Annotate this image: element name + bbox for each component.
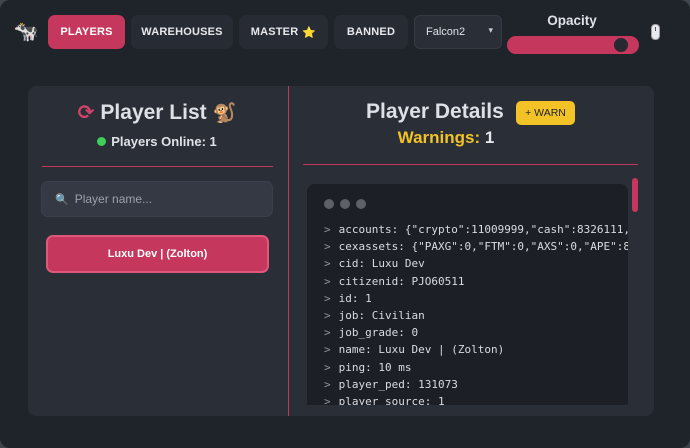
opacity-slider-knob[interactable] [613,38,628,52]
data-line: > player_ped: 131073 [324,376,628,393]
online-dot-icon [97,137,107,146]
data-line-text: accounts: {"crypto":11009999,"cash":8326… [338,223,628,236]
tab-players[interactable]: PLAYERS [48,15,125,49]
player-details-title: Player Details [366,100,504,123]
data-line: > ping: 10 ms [324,359,628,376]
player-list-item[interactable]: Luxu Dev | (Zolton) [46,235,269,273]
player-search-box[interactable]: 🔍 [41,181,273,217]
player-list-divider [42,166,273,167]
star-icon: ⭐ [302,26,317,39]
target-select-value: Falcon2 [426,26,466,38]
tab-master[interactable]: MASTER ⭐ [239,15,328,49]
pane-divider [288,86,289,416]
details-scrollbar[interactable] [632,178,638,212]
data-line-text: citizenid: PJO60511 [338,274,465,288]
data-line-text: job_grade: 0 [338,326,419,340]
chevron-right-icon: > [324,257,331,271]
admin-menu-window: 🐄 PLAYERS WAREHOUSES MASTER ⭐ BANNED Fal… [0,0,690,448]
data-line-text: name: Luxu Dev | (Zolton) [338,343,505,357]
data-line: > player_source: 1 [324,393,628,405]
data-line: > name: Luxu Dev | (Zolton) [324,341,628,358]
tab-warehouses-label: WAREHOUSES [141,26,223,38]
tab-banned-label: BANNED [346,26,396,38]
data-line-text: cexassets: {"PAXG":0,"FTM":0,"AXS":0,"AP… [338,240,628,254]
data-line-text: cid: Luxu Dev [338,257,425,271]
refresh-icon[interactable]: ⟳ [78,102,95,124]
chevron-right-icon: > [324,326,331,340]
data-line: > job: Civilian [324,307,628,324]
players-online-label: Players Online: 1 [111,134,217,149]
data-line-text: ping: 10 ms [338,360,412,374]
cow-icon: 🐄 [13,21,39,43]
player-data-lines: > accounts: {"crypto":11009999,"cash":832… [324,221,628,405]
data-line: > cexassets: {"PAXG":0,"FTM":0,"AXS":0,"A… [324,238,628,255]
monkey-icon: 🐒 [212,103,237,124]
chevron-right-icon: > [324,343,331,357]
chevron-right-icon: > [324,223,331,236]
player-search-input[interactable] [74,192,265,206]
opacity-label: Opacity [547,13,597,28]
dot-icon [340,199,350,209]
tab-banned[interactable]: BANNED [334,15,408,49]
top-nav-bar: 🐄 PLAYERS WAREHOUSES MASTER ⭐ BANNED Fal… [0,0,690,70]
chevron-right-icon: > [324,291,331,305]
mouse-icon[interactable] [651,24,660,40]
chevron-down-icon: ▾ [488,25,493,35]
data-line: > citizenid: PJO60511 [324,273,628,290]
window-dots [324,199,366,209]
data-line: > accounts: {"crypto":11009999,"cash":832… [324,221,628,238]
tab-warehouses[interactable]: WAREHOUSES [131,15,233,49]
player-list-title-text: Player List [100,101,207,124]
data-line-text: player_source: 1 [338,394,445,405]
warnings-label: Warnings: [397,128,481,147]
players-online-status: Players Online: 1 [42,134,272,149]
player-list-title: ⟳ Player List 🐒 [42,100,272,125]
data-line-text: id: 1 [338,291,372,305]
target-select[interactable]: Falcon2 ▾ [414,15,502,49]
data-line: > id: 1 [324,290,628,307]
warnings-value: 1 [484,128,495,147]
warn-button[interactable]: + WARN [516,101,575,125]
tab-players-label: PLAYERS [60,26,113,38]
tab-master-label: MASTER [250,26,299,38]
warnings-count: Warnings: 1 [366,128,526,148]
chevron-right-icon: > [324,308,331,322]
player-details-divider [303,164,638,165]
search-icon: 🔍 [55,193,69,206]
chevron-right-icon: > [324,360,331,374]
player-list-item-label: Luxu Dev | (Zolton) [107,248,208,260]
data-line: > cid: Luxu Dev [324,255,628,272]
player-data-viewer: > accounts: {"crypto":11009999,"cash":832… [307,184,628,405]
data-line-text: job: Civilian [338,308,425,322]
dot-icon [324,199,334,209]
opacity-slider[interactable] [507,36,639,54]
chevron-right-icon: > [324,274,331,288]
data-line: > job_grade: 0 [324,324,628,341]
data-line-text: player_ped: 131073 [338,377,458,391]
chevron-right-icon: > [324,240,331,254]
chevron-right-icon: > [324,377,331,391]
chevron-right-icon: > [324,394,331,405]
dot-icon [356,199,366,209]
